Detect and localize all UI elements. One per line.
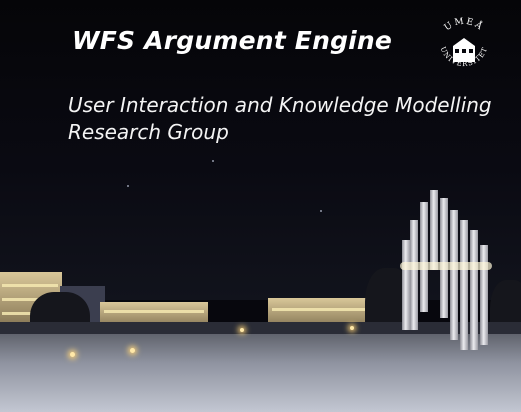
- star: [127, 185, 129, 187]
- street-light: [350, 326, 354, 330]
- street-light: [130, 348, 135, 353]
- app-title: WFS Argument Engine: [72, 26, 393, 55]
- university-seal-icon: UMEÅ UNIVERSITET: [428, 12, 500, 84]
- window-row: [272, 308, 374, 311]
- street-light: [70, 352, 75, 357]
- subtitle-line-1: User Interaction and Knowledge Modelling: [68, 93, 492, 117]
- star: [212, 160, 214, 162]
- star: [320, 210, 322, 212]
- sculpture: [400, 190, 496, 355]
- logo-top-text: UMEÅ: [443, 17, 485, 34]
- window-row: [2, 284, 58, 287]
- window-row: [104, 310, 204, 313]
- svg-text:UMEÅ: UMEÅ: [443, 17, 487, 34]
- subtitle-line-2: Research Group: [68, 120, 229, 144]
- street-light: [240, 328, 244, 332]
